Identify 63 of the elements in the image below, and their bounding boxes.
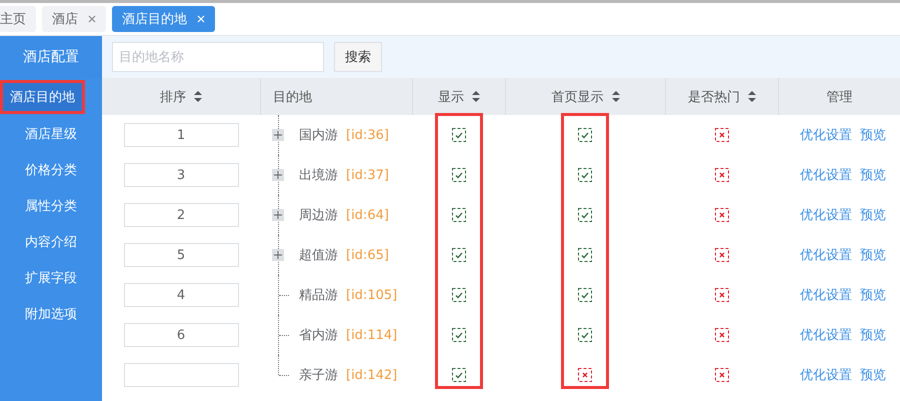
expand-icon[interactable] [272,209,284,221]
action-link[interactable]: 优化设置 [800,326,852,344]
action-link[interactable]: 预览 [860,366,886,384]
action-link[interactable]: 优化设置 [800,366,852,384]
close-icon [88,15,96,23]
sidebar-item[interactable]: 扩展字段 [0,260,102,296]
sidebar-item[interactable]: 附加选项 [0,296,102,332]
search-button[interactable]: 搜索 [334,42,382,72]
destination-id: [id:65] [346,248,389,262]
order-field[interactable]: 2 [124,203,238,227]
expand-icon[interactable] [272,169,284,181]
action-link[interactable]: 预览 [860,246,886,264]
action-link[interactable]: 优化设置 [800,166,852,184]
order-field[interactable] [124,363,238,387]
action-link[interactable]: 优化设置 [800,126,852,144]
action-link[interactable]: 优化设置 [800,206,852,224]
order-field[interactable]: 4 [124,283,238,307]
tab[interactable]: 酒店 [42,6,106,32]
column-header: 管理 [826,88,852,106]
destination-id: [id:37] [346,168,389,182]
tab[interactable]: 主页 [0,6,36,32]
destination-name: 超值游 [299,247,338,264]
action-link[interactable]: 预览 [860,166,886,184]
action-link[interactable]: 优化设置 [800,246,852,264]
destination-name: 国内游 [299,127,338,144]
action-link[interactable]: 优化设置 [800,286,852,304]
action-link[interactable]: 预览 [860,326,886,344]
close-icon [197,15,205,23]
destination-id: [id:64] [346,208,389,222]
destination-name: 亲子游 [299,367,338,384]
sort-icon [472,91,480,102]
expand-icon[interactable] [272,249,284,261]
destination-name: 省内游 [299,327,338,344]
destination-id: [id:105] [346,288,398,302]
destination-name: 出境游 [299,167,338,184]
sidebar-item[interactable]: 属性分类 [0,188,102,224]
destination-id: [id:114] [346,328,398,342]
sort-icon [194,91,202,102]
column-header: 显示 [438,88,464,106]
column-header: 是否热门 [688,88,740,106]
destination-id: [id:36] [346,128,389,142]
tab[interactable]: 酒店目的地 [112,6,215,32]
sidebar-item[interactable]: 价格分类 [0,152,102,188]
order-field[interactable]: 1 [124,123,238,147]
order-field[interactable]: 6 [124,323,238,347]
sort-icon [748,91,756,102]
destination-name: 周边游 [299,207,338,224]
sidebar-item[interactable]: 内容介绍 [0,224,102,260]
column-header: 首页显示 [552,88,604,106]
sidebar-item[interactable]: 酒店星级 [0,116,102,152]
column-header: 目的地 [273,88,312,106]
action-link[interactable]: 预览 [860,126,886,144]
sidebar-item[interactable]: 酒店目的地 [0,80,85,114]
action-link[interactable]: 预览 [860,206,886,224]
sort-icon [612,91,620,102]
destination-id: [id:142] [346,368,398,382]
action-link[interactable]: 预览 [860,286,886,304]
expand-icon[interactable] [272,129,284,141]
order-field[interactable]: 5 [124,243,238,267]
destination-name: 精品游 [299,287,338,304]
search-field[interactable]: 目的地名称 [112,42,324,72]
column-header: 排序 [160,88,186,106]
order-field[interactable]: 3 [124,163,238,187]
